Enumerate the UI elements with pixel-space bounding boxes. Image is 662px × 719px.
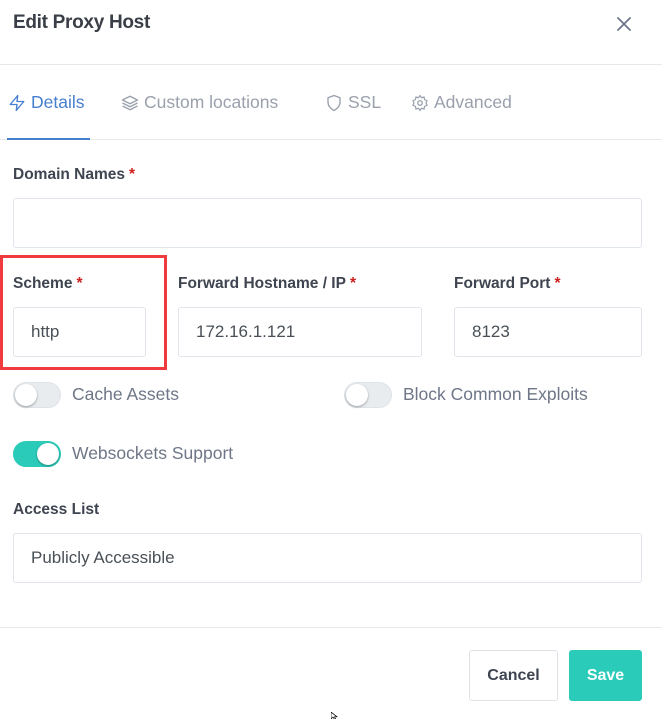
- block-exploits-label: Block Common Exploits: [403, 384, 588, 404]
- access-list-label: Access List: [13, 501, 100, 518]
- domain-names-input[interactable]: [13, 198, 642, 248]
- tab-advanced[interactable]: Advanced: [411, 92, 512, 113]
- cache-assets-toggle[interactable]: [13, 382, 61, 408]
- tab-bar: Details Custom locations SSL Advanced: [0, 65, 662, 140]
- layers-icon: [121, 95, 139, 110]
- close-icon: [617, 17, 631, 31]
- websockets-label: Websockets Support: [72, 443, 234, 463]
- save-button[interactable]: Save: [569, 650, 642, 701]
- tab-custom-locations[interactable]: Custom locations: [121, 92, 278, 113]
- access-list-select[interactable]: Publicly Accessible: [13, 533, 642, 583]
- label-text: Domain Names: [13, 166, 125, 183]
- dialog-footer: Cancel Save: [0, 627, 662, 719]
- cancel-button[interactable]: Cancel: [469, 650, 558, 701]
- tab-label: Details: [31, 92, 85, 112]
- cache-assets-label: Cache Assets: [72, 384, 179, 404]
- active-tab-indicator: [7, 138, 90, 140]
- toggle-knob: [37, 443, 59, 465]
- mouse-cursor-icon: [331, 712, 338, 719]
- domain-names-label: Domain Names *: [13, 166, 135, 184]
- toggle-knob: [346, 384, 368, 406]
- lightning-icon: [9, 94, 25, 111]
- scheme-label: Scheme *: [13, 275, 83, 293]
- dialog-title: Edit Proxy Host: [13, 12, 150, 33]
- label-text: Forward Hostname / IP: [178, 275, 346, 292]
- dialog-header: Edit Proxy Host: [0, 0, 662, 65]
- gear-icon: [412, 94, 428, 111]
- tab-label: Custom locations: [144, 92, 279, 112]
- required-mark: *: [349, 275, 356, 292]
- tab-ssl[interactable]: SSL: [325, 92, 381, 113]
- tab-details[interactable]: Details: [8, 92, 85, 113]
- forward-port-label: Forward Port *: [454, 275, 561, 293]
- forward-port-input[interactable]: 8123: [454, 307, 642, 357]
- required-mark: *: [76, 275, 83, 292]
- required-mark: *: [128, 166, 136, 183]
- forward-hostname-label: Forward Hostname / IP *: [178, 275, 356, 293]
- shield-icon: [327, 94, 341, 111]
- tab-label: Advanced: [434, 92, 512, 112]
- scheme-input[interactable]: http: [13, 307, 146, 357]
- close-button[interactable]: [616, 12, 636, 36]
- required-mark: *: [554, 275, 561, 292]
- tab-label: SSL: [348, 92, 382, 112]
- toggle-knob: [15, 384, 37, 406]
- label-text: Forward Port: [454, 275, 551, 292]
- block-exploits-toggle[interactable]: [344, 382, 392, 408]
- label-text: Scheme: [13, 275, 73, 292]
- forward-hostname-input[interactable]: 172.16.1.121: [178, 307, 422, 357]
- websockets-toggle[interactable]: [13, 441, 61, 467]
